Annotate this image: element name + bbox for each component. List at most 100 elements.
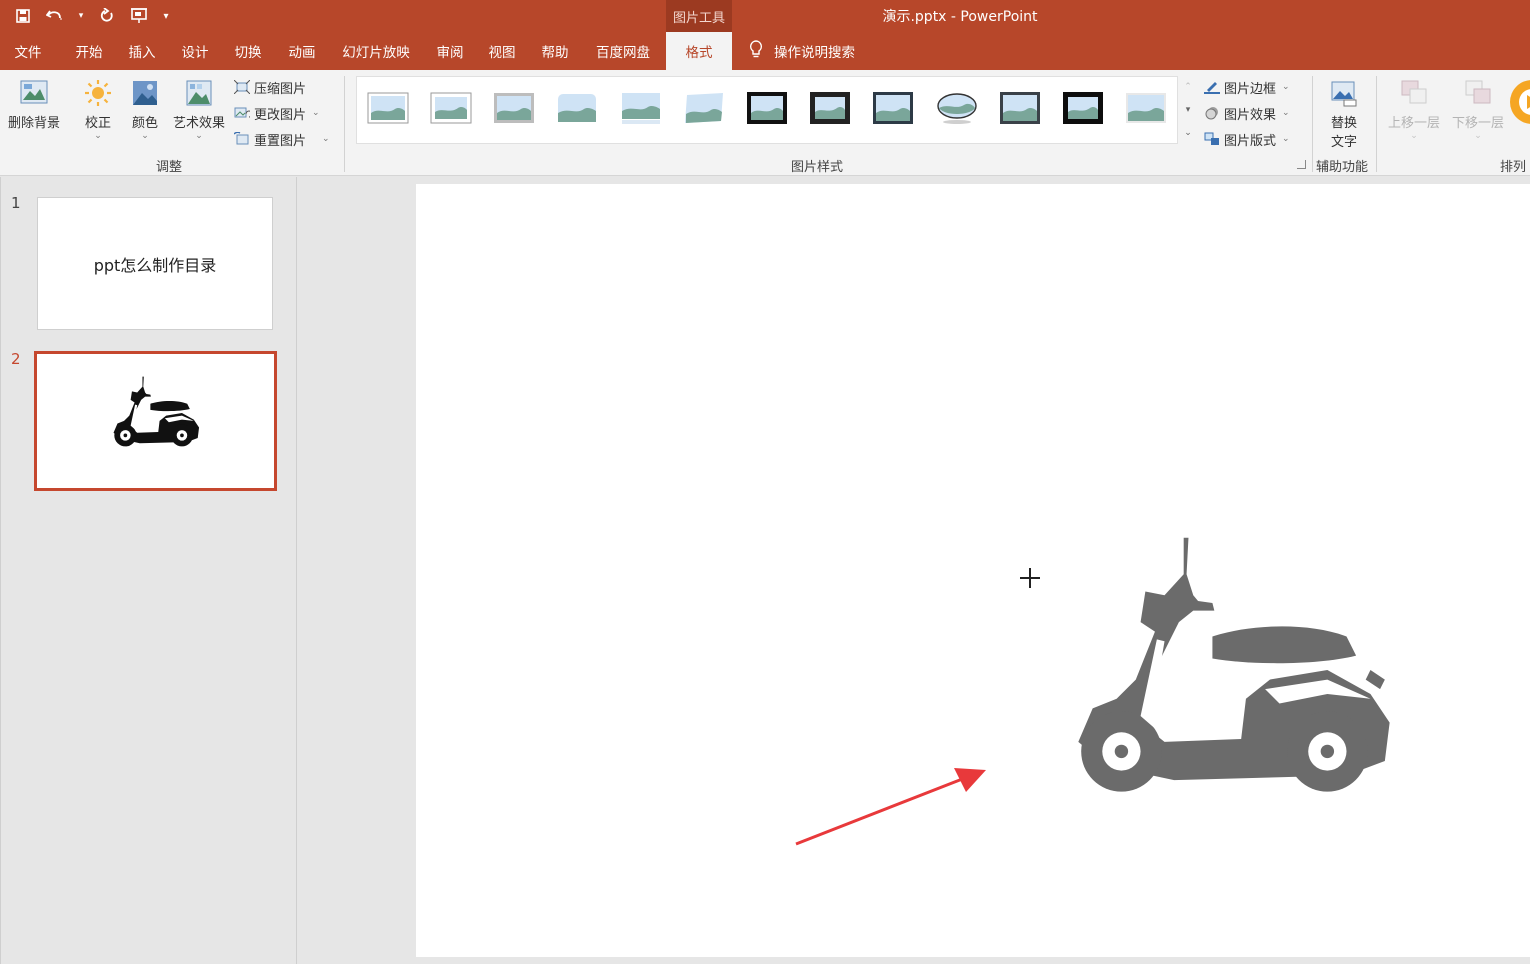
picture-style-thumb[interactable] xyxy=(1062,91,1104,125)
picture-style-thumb[interactable] xyxy=(872,91,914,125)
picture-effects-button[interactable]: 图片效果 ⌄ xyxy=(1204,102,1290,124)
picture-style-thumb[interactable] xyxy=(746,91,788,125)
crosshair-cursor-icon xyxy=(1020,568,1040,588)
slide-canvas[interactable] xyxy=(416,184,1530,957)
lightbulb-icon xyxy=(748,39,764,63)
alt-text-button[interactable]: 替换 文字 xyxy=(1322,78,1366,150)
send-backward-button[interactable]: 下移一层 ⌄ xyxy=(1448,78,1508,141)
alt-text-label-line2: 文字 xyxy=(1330,135,1357,150)
tab-animations[interactable]: 动画 xyxy=(279,32,325,70)
chevron-down-icon: ⌄ xyxy=(1410,131,1418,141)
chevron-down-icon: ⌄ xyxy=(312,108,320,118)
picture-style-thumb[interactable] xyxy=(556,91,598,125)
slide-thumbnail[interactable]: ppt怎么制作目录 xyxy=(37,197,273,330)
picture-style-thumb[interactable] xyxy=(683,91,725,125)
picture-border-label: 图片边框 xyxy=(1224,81,1277,97)
customize-toolbar-icon[interactable]: ▾ xyxy=(162,7,170,25)
tab-help[interactable]: 帮助 xyxy=(533,32,577,70)
picture-style-thumb[interactable] xyxy=(430,91,472,125)
annotation-arrow-icon xyxy=(795,768,986,846)
group-divider xyxy=(1376,76,1377,172)
scooter-image[interactable] xyxy=(1040,534,1404,806)
picture-border-button[interactable]: 图片边框 ⌄ xyxy=(1204,76,1290,98)
remove-background-button[interactable]: 删除背景 xyxy=(6,78,62,131)
reset-picture-label: 重置图片 xyxy=(254,133,307,149)
redo-icon[interactable] xyxy=(98,7,116,25)
chevron-down-icon: ⌄ xyxy=(1282,82,1290,92)
slide-thumbnail-selected[interactable] xyxy=(34,351,277,491)
corrections-label: 校正 xyxy=(84,116,111,131)
scooter-thumbnail-image xyxy=(113,376,200,447)
gallery-up-icon[interactable]: ⌃ xyxy=(1184,82,1192,92)
picture-style-thumb[interactable] xyxy=(809,91,851,125)
picture-style-thumb[interactable] xyxy=(493,91,535,125)
document-title: 演示.pptx - PowerPoint xyxy=(882,9,1038,25)
chevron-down-icon: ⌄ xyxy=(1474,131,1482,141)
change-picture-button[interactable]: 更改图片 ⌄ xyxy=(234,102,320,124)
compress-icon xyxy=(234,80,250,94)
picture-style-thumb[interactable] xyxy=(620,91,662,125)
remove-background-icon xyxy=(20,80,48,104)
undo-dropdown-icon[interactable]: ▾ xyxy=(78,7,84,25)
tab-review[interactable]: 审阅 xyxy=(428,32,472,70)
picture-style-thumb[interactable] xyxy=(936,91,978,125)
picture-style-thumb[interactable] xyxy=(999,91,1041,125)
artistic-effects-button[interactable]: 艺术效果 ⌄ xyxy=(170,78,228,141)
bring-forward-label: 上移一层 xyxy=(1387,116,1440,131)
dialog-launcher-icon[interactable] xyxy=(1297,160,1306,169)
undo-icon[interactable] xyxy=(46,7,64,25)
accessibility-group-label: 辅助功能 xyxy=(1316,160,1369,175)
color-button[interactable]: 颜色 ⌄ xyxy=(126,78,164,141)
compress-pictures-button[interactable]: 压缩图片 xyxy=(234,76,306,98)
slide-thumbnails-pane: 1 ppt怎么制作目录 2 xyxy=(0,177,297,964)
sun-icon xyxy=(85,80,111,106)
remove-background-label: 删除背景 xyxy=(7,116,60,131)
picture-effects-icon xyxy=(1205,107,1218,120)
ribbon-tabs: 文件 开始 插入 设计 切换 动画 幻灯片放映 审阅 视图 帮助 百度网盘 格式… xyxy=(0,32,1530,70)
tab-baidu-netdisk[interactable]: 百度网盘 xyxy=(590,32,656,70)
chevron-down-icon: ⌄ xyxy=(322,134,330,144)
tell-me-label: 操作说明搜索 xyxy=(774,45,855,61)
tab-view[interactable]: 视图 xyxy=(480,32,524,70)
artistic-effects-icon xyxy=(186,80,212,106)
ribbon-format: 删除背景 校正 ⌄ 颜色 ⌄ 艺术效果 ⌄ 压缩图片 更改图片 ⌄ 重置图片 ⌄… xyxy=(0,70,1530,176)
slide-number: 2 xyxy=(11,350,21,368)
reset-picture-button[interactable]: 重置图片 ⌄ xyxy=(234,128,330,150)
gallery-more-icon[interactable]: ⌄ xyxy=(1184,128,1192,138)
artistic-effects-label: 艺术效果 xyxy=(172,116,225,131)
picture-styles-gallery xyxy=(356,76,1178,144)
chevron-down-icon: ⌄ xyxy=(195,131,203,141)
slide-editor xyxy=(298,177,1530,964)
gallery-down-icon[interactable]: ▾ xyxy=(1186,105,1191,115)
tab-transitions[interactable]: 切换 xyxy=(226,32,270,70)
picture-layout-icon xyxy=(1204,132,1219,145)
change-picture-label: 更改图片 xyxy=(254,107,307,123)
tab-design[interactable]: 设计 xyxy=(173,32,217,70)
chevron-down-icon: ⌄ xyxy=(1282,108,1290,118)
group-divider xyxy=(1312,76,1313,172)
send-backward-icon xyxy=(1465,80,1491,104)
picture-layout-label: 图片版式 xyxy=(1224,133,1277,149)
slide-thumbnail-text: ppt怎么制作目录 xyxy=(93,255,217,275)
tell-me-search[interactable]: 操作说明搜索 xyxy=(748,32,855,70)
save-icon[interactable] xyxy=(14,7,32,25)
floating-assistant-icon[interactable] xyxy=(1504,60,1530,140)
tab-slideshow[interactable]: 幻灯片放映 xyxy=(336,32,416,70)
gallery-scroll: ⌃ ▾ ⌄ xyxy=(1180,76,1196,144)
corrections-button[interactable]: 校正 ⌄ xyxy=(78,78,118,141)
tab-file[interactable]: 文件 xyxy=(6,32,50,70)
tab-insert[interactable]: 插入 xyxy=(120,32,164,70)
picture-layout-button[interactable]: 图片版式 ⌄ xyxy=(1204,128,1290,150)
tab-home[interactable]: 开始 xyxy=(66,32,112,70)
pen-icon xyxy=(1204,82,1220,94)
color-label: 颜色 xyxy=(131,116,158,131)
picture-style-thumb[interactable] xyxy=(367,91,409,125)
context-group-label: 图片工具 xyxy=(666,0,732,32)
picture-style-thumb[interactable] xyxy=(1125,91,1167,125)
tab-format[interactable]: 格式 xyxy=(666,32,732,70)
adjust-group-label: 调整 xyxy=(156,160,183,175)
presentation-icon[interactable] xyxy=(130,7,148,25)
picture-effects-label: 图片效果 xyxy=(1224,107,1277,123)
group-divider xyxy=(344,76,345,172)
bring-forward-button[interactable]: 上移一层 ⌄ xyxy=(1384,78,1444,141)
